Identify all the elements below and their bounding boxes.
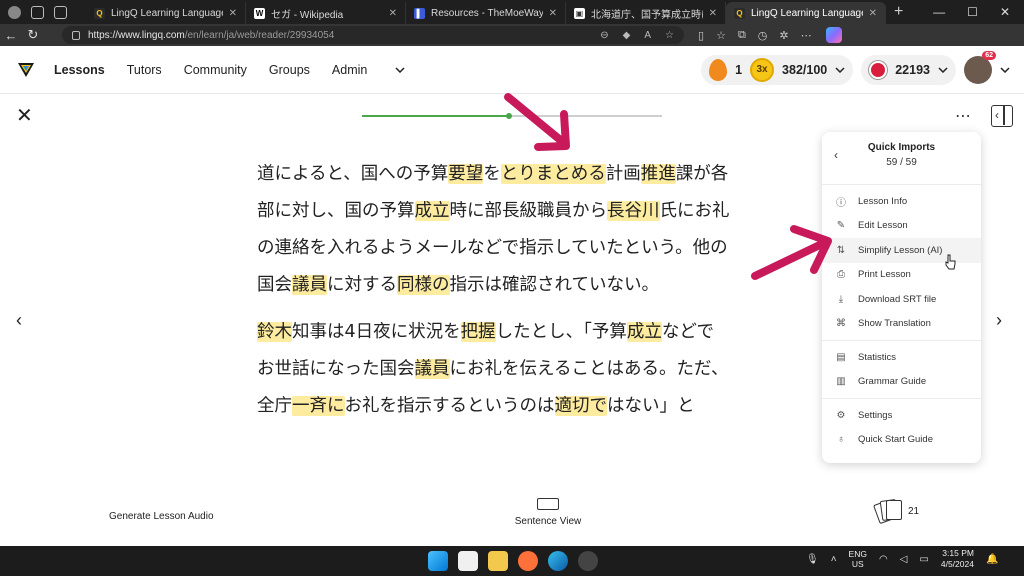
hand-cursor-icon: [945, 254, 956, 270]
tray-chevron-icon[interactable]: ˄: [831, 554, 837, 565]
firefox-icon[interactable]: [518, 551, 538, 571]
input-language[interactable]: ENG US: [849, 549, 867, 569]
system-tray: 🎙 ˄ ENG US ◠ ◁ ▭ 3:15 PM 4/5/2024 🔔: [806, 548, 998, 570]
os-taskbar: 🎙 ˄ ENG US ◠ ◁ ▭ 3:15 PM 4/5/2024 🔔: [0, 546, 1024, 576]
edge-icon[interactable]: [548, 551, 568, 571]
arrow-annotation-right: [751, 225, 832, 280]
volume-icon[interactable]: ◁: [900, 554, 908, 565]
keyboard-region: US: [851, 559, 864, 569]
language-code: ENG: [848, 549, 867, 559]
notes-app-icon[interactable]: [458, 551, 478, 571]
annotation-arrows: [504, 93, 832, 280]
windows-start-icon[interactable]: [428, 551, 448, 571]
microphone-icon[interactable]: 🎙: [806, 554, 819, 565]
wifi-icon[interactable]: ◠: [879, 554, 888, 565]
clock-date: 4/5/2024: [940, 559, 974, 569]
obs-icon[interactable]: [578, 551, 598, 571]
battery-icon[interactable]: ▭: [919, 554, 928, 565]
clock[interactable]: 3:15 PM 4/5/2024: [941, 548, 974, 570]
file-explorer-icon[interactable]: [488, 551, 508, 571]
taskbar-apps: [428, 551, 598, 571]
notification-bell-icon[interactable]: 🔔: [986, 554, 998, 565]
clock-time: 3:15 PM: [942, 548, 974, 558]
arrow-annotation-top: [504, 93, 570, 151]
